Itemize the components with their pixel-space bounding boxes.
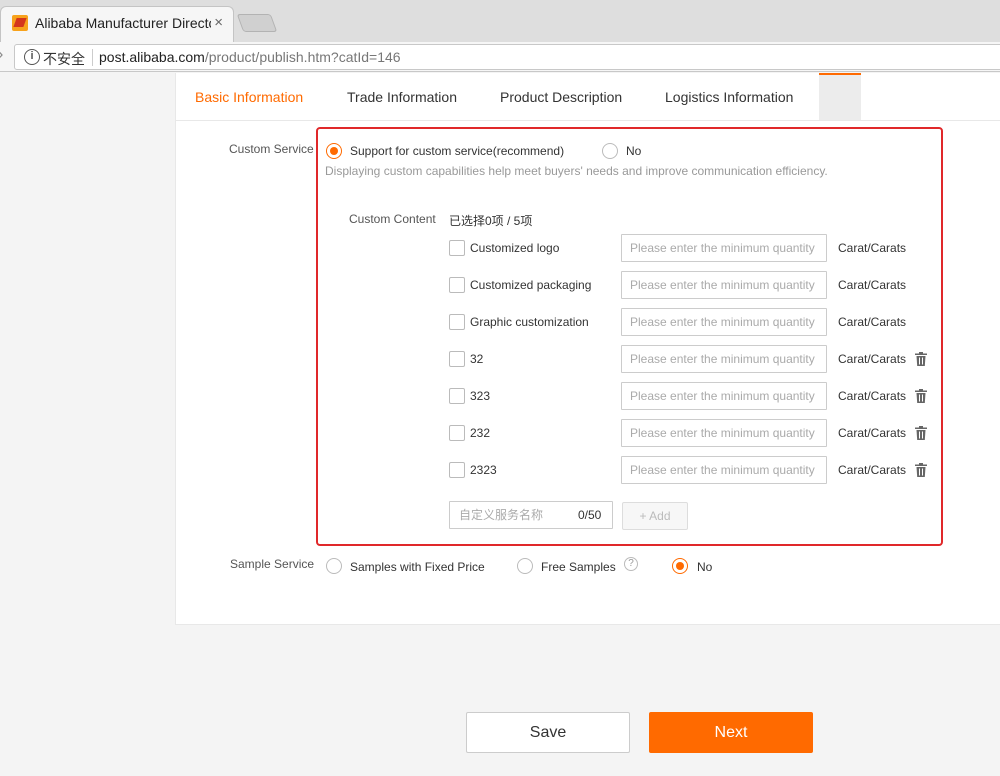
selected-count: 已选择0项 / 5项 — [449, 214, 533, 228]
close-tab-icon[interactable]: × — [214, 14, 223, 31]
custom-item-232-quantity-input[interactable] — [621, 419, 827, 447]
custom-item-323-unit: Carat/Carats — [838, 389, 907, 403]
custom-service-support-label[interactable]: Support for custom service(recommend) — [350, 144, 564, 158]
help-icon[interactable]: ? — [624, 557, 638, 571]
alibaba-favicon-icon — [12, 15, 28, 31]
tab-basic-information[interactable]: Basic Information — [195, 89, 303, 105]
customized-packaging-unit: Carat/Carats — [838, 278, 907, 292]
sample-service-label: Sample Service — [230, 557, 315, 571]
customized-packaging-checkbox[interactable] — [449, 277, 465, 293]
address-toolbar: › i 不安全 post.alibaba.com/product/publish… — [0, 42, 1000, 72]
custom-item-323-quantity-input[interactable] — [621, 382, 827, 410]
customized-packaging-label: Customized packaging — [470, 278, 592, 292]
custom-item-32-label: 32 — [470, 352, 484, 366]
new-tab-button[interactable] — [236, 14, 278, 32]
add-custom-service-button[interactable]: + Add — [622, 502, 688, 530]
delete-trash-icon[interactable] — [915, 463, 927, 477]
custom-item-323-label: 323 — [470, 389, 491, 403]
security-status: 不安全 — [43, 51, 85, 67]
custom-item-2323-quantity-input[interactable] — [621, 456, 827, 484]
customized-packaging-quantity-input[interactable] — [621, 271, 827, 299]
customized-logo-unit: Carat/Carats — [838, 241, 907, 255]
name-char-counter: 0/50 — [578, 508, 602, 522]
next-button[interactable]: Next — [649, 712, 813, 753]
customized-logo-checkbox[interactable] — [449, 240, 465, 256]
url-path: /product/publish.htm?catId=146 — [204, 49, 401, 65]
customized-logo-label: Customized logo — [470, 241, 560, 255]
graphic-customization-quantity-input[interactable] — [621, 308, 827, 336]
graphic-customization-unit: Carat/Carats — [838, 315, 907, 329]
custom-item-323-checkbox[interactable] — [449, 388, 465, 404]
custom-service-support-radio[interactable] — [326, 143, 342, 159]
custom-service-label: Custom Service — [229, 142, 314, 156]
sample-no-radio[interactable] — [672, 558, 688, 574]
delete-trash-icon[interactable] — [915, 426, 927, 440]
sample-no-label[interactable]: No — [697, 560, 712, 574]
custom-content-label: Custom Content — [349, 212, 436, 226]
custom-item-232-unit: Carat/Carats — [838, 426, 907, 440]
tab-overflow[interactable] — [819, 73, 861, 120]
custom-item-2323-label: 2323 — [470, 463, 497, 477]
custom-item-32-checkbox[interactable] — [449, 351, 465, 367]
custom-service-no-radio[interactable] — [602, 143, 618, 159]
section-tabs: Basic Information Trade Information Prod… — [175, 73, 1000, 121]
tab-trade-information[interactable]: Trade Information — [347, 89, 457, 105]
customized-logo-quantity-input[interactable] — [621, 234, 827, 262]
custom-item-32-unit: Carat/Carats — [838, 352, 907, 366]
browser-tab-strip: Alibaba Manufacturer Directory × — [0, 0, 1000, 42]
free-samples-radio[interactable] — [517, 558, 533, 574]
url-text: post.alibaba.com/product/publish.htm?cat… — [99, 49, 401, 65]
custom-item-232-checkbox[interactable] — [449, 425, 465, 441]
custom-item-2323-unit: Carat/Carats — [838, 463, 907, 477]
delete-trash-icon[interactable] — [915, 352, 927, 366]
info-icon[interactable]: i — [24, 49, 40, 65]
forward-arrow-icon[interactable]: › — [0, 46, 3, 64]
samples-fixed-price-radio[interactable] — [326, 558, 342, 574]
custom-service-no-label[interactable]: No — [626, 144, 641, 158]
custom-item-32-quantity-input[interactable] — [621, 345, 827, 373]
samples-fixed-price-label[interactable]: Samples with Fixed Price — [350, 560, 485, 574]
custom-item-232-label: 232 — [470, 426, 491, 440]
custom-item-2323-checkbox[interactable] — [449, 462, 465, 478]
tab-logistics-information[interactable]: Logistics Information — [665, 89, 793, 105]
address-bar[interactable]: i 不安全 post.alibaba.com/product/publish.h… — [14, 44, 1000, 70]
url-host: post.alibaba.com — [99, 49, 205, 65]
tab-product-description[interactable]: Product Description — [500, 89, 622, 105]
free-samples-label[interactable]: Free Samples — [541, 560, 616, 574]
graphic-customization-label: Graphic customization — [470, 315, 589, 329]
browser-tab[interactable]: Alibaba Manufacturer Directory × — [0, 6, 234, 42]
save-button[interactable]: Save — [466, 712, 630, 753]
browser-tab-title: Alibaba Manufacturer Directory — [35, 15, 211, 31]
address-divider — [92, 49, 93, 66]
custom-service-hint: Displaying custom capabilities help meet… — [325, 164, 828, 178]
graphic-customization-checkbox[interactable] — [449, 314, 465, 330]
delete-trash-icon[interactable] — [915, 389, 927, 403]
